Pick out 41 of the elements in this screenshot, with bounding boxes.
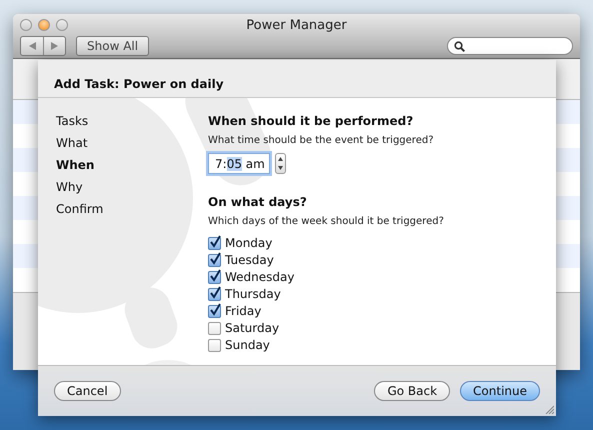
day-label: Wednesday xyxy=(225,270,294,284)
days-prompt: Which days of the week should it be triggered? xyxy=(208,215,444,228)
time-stepper[interactable] xyxy=(274,153,286,174)
day-checkbox[interactable] xyxy=(208,270,221,284)
close-button[interactable] xyxy=(20,19,32,31)
up-arrow-icon xyxy=(278,156,283,161)
day-checkbox[interactable] xyxy=(208,322,221,334)
time-prompt: What time should be the event be triggered? xyxy=(208,134,434,147)
day-checkbox[interactable] xyxy=(208,338,221,352)
section-heading: When should it be performed? xyxy=(208,113,414,129)
step-item[interactable]: When xyxy=(56,157,190,173)
left-arrow-icon xyxy=(28,42,36,50)
day-label: Sunday xyxy=(225,338,270,352)
down-arrow-icon xyxy=(278,166,283,170)
right-arrow-icon xyxy=(51,42,58,50)
day-checkbox[interactable] xyxy=(208,254,221,266)
search-field[interactable] xyxy=(447,37,573,55)
step-item[interactable]: What xyxy=(56,135,190,151)
day-checkbox[interactable] xyxy=(208,304,221,318)
time-field[interactable]: 7:05 am xyxy=(208,153,270,174)
day-label: Tuesday xyxy=(225,253,274,267)
window-title: Power Manager xyxy=(246,18,347,32)
step-item[interactable]: Tasks xyxy=(56,113,190,129)
day-label: Monday xyxy=(225,236,272,250)
zoom-button[interactable] xyxy=(56,19,68,31)
sheet-title: Add Task: Power on daily xyxy=(54,77,224,91)
day-label: Thursday xyxy=(225,287,281,301)
default-button[interactable]: Continue xyxy=(460,381,540,401)
search-icon xyxy=(454,40,465,52)
day-label: Friday xyxy=(225,304,262,318)
day-checkbox[interactable] xyxy=(208,236,221,250)
minimize-button[interactable] xyxy=(38,19,50,31)
resize-grip-icon xyxy=(544,404,554,414)
dialog-button[interactable]: Go Back xyxy=(374,381,450,401)
section-heading: On what days? xyxy=(208,194,308,210)
step-item[interactable]: Why xyxy=(56,179,190,195)
step-item[interactable]: Confirm xyxy=(56,201,190,217)
show-all-button[interactable]: Show All xyxy=(76,36,150,56)
day-checkbox[interactable] xyxy=(208,288,221,300)
dialog-button[interactable]: Cancel xyxy=(54,381,121,401)
day-label: Saturday xyxy=(225,321,280,335)
